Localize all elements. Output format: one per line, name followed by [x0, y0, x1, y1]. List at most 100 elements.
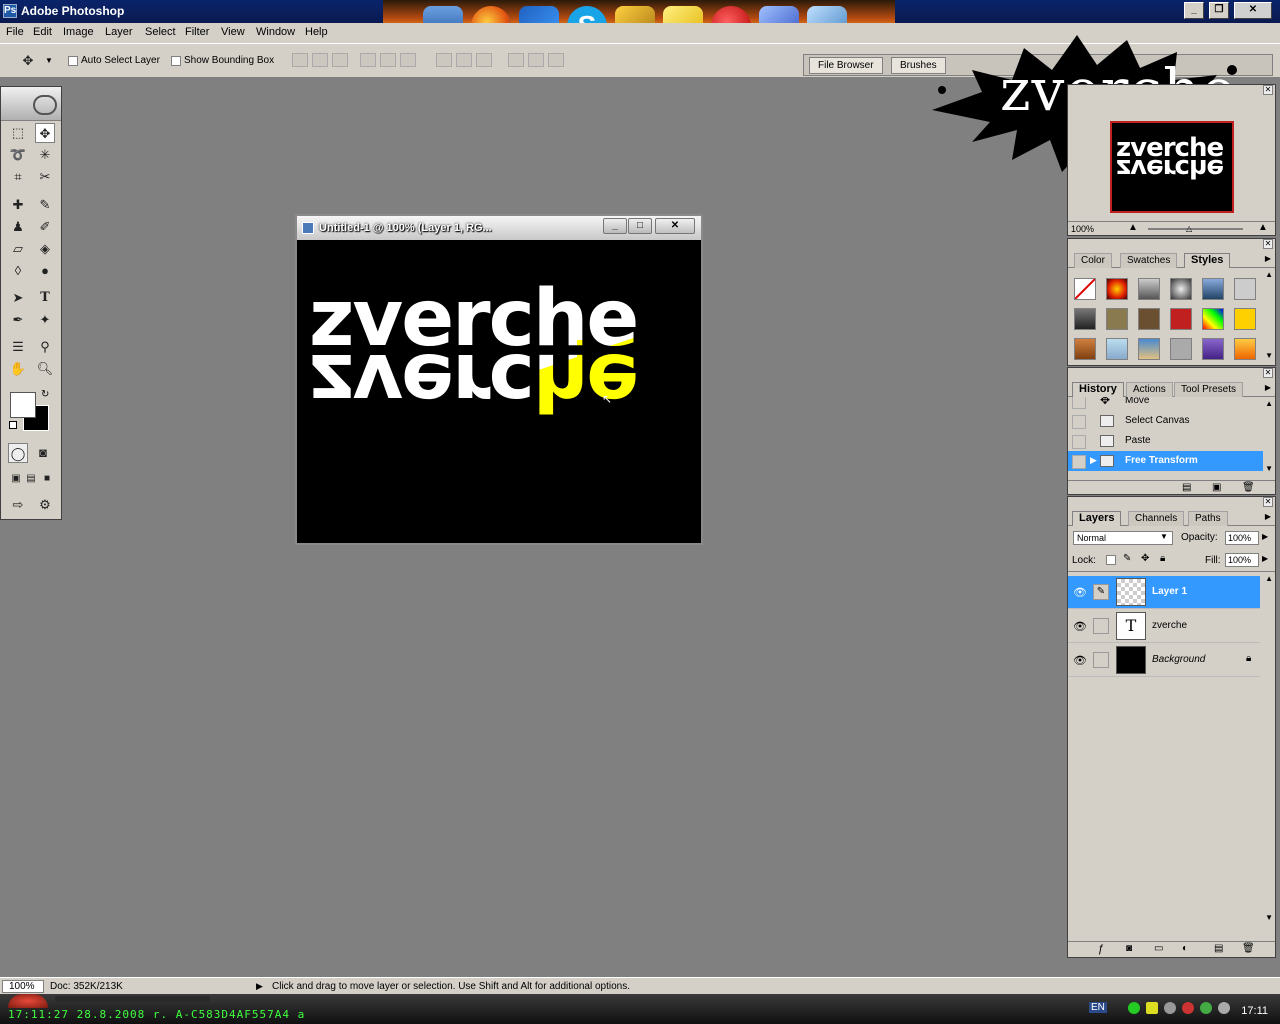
- document-titlebar[interactable]: Untitled-1 @ 100% (Layer 1, RG... _ □ ✕: [297, 216, 701, 240]
- history-brush-tool-icon[interactable]: ✐: [35, 217, 55, 237]
- layer-row-selected[interactable]: 👁︎ ✎ Layer 1: [1068, 576, 1260, 609]
- default-colors-icon[interactable]: [9, 421, 17, 429]
- distribute-vcenter-icon[interactable]: [456, 53, 472, 67]
- palette-menu-arrow-icon[interactable]: ▶: [1265, 383, 1271, 392]
- tab-layers[interactable]: Layers: [1072, 511, 1122, 526]
- align-bottom-icon[interactable]: [332, 53, 348, 67]
- notes-tool-icon[interactable]: ☰: [8, 337, 28, 357]
- tab-swatches[interactable]: Swatches: [1120, 253, 1178, 268]
- tab-history[interactable]: History: [1072, 382, 1124, 397]
- style-swatch-stone[interactable]: [1170, 338, 1192, 360]
- eye-logo-icon[interactable]: [33, 95, 57, 115]
- menu-filter[interactable]: Filter: [185, 26, 209, 38]
- palette-menu-arrow-icon[interactable]: ▶: [1265, 512, 1271, 521]
- blend-mode-select[interactable]: Normal: [1073, 531, 1173, 545]
- scroll-up-icon[interactable]: ▲: [1265, 270, 1273, 279]
- eye-icon[interactable]: 👁︎: [1073, 586, 1087, 599]
- dodge-tool-icon[interactable]: ●: [35, 261, 55, 281]
- trash-icon[interactable]: 🗑︎: [1242, 943, 1255, 954]
- history-snapshot-checkbox[interactable]: [1072, 415, 1086, 429]
- style-swatch-gray[interactable]: [1234, 278, 1256, 300]
- layer-set-icon[interactable]: ▭: [1154, 943, 1163, 954]
- menu-edit[interactable]: Edit: [33, 26, 52, 38]
- menu-layer[interactable]: Layer: [105, 26, 133, 38]
- layer-name[interactable]: zverche: [1152, 620, 1187, 631]
- tab-actions[interactable]: Actions: [1126, 382, 1173, 397]
- align-top-icon[interactable]: [292, 53, 308, 67]
- align-right-icon[interactable]: [400, 53, 416, 67]
- style-swatch-steel[interactable]: [1074, 308, 1096, 330]
- tray-volume-icon[interactable]: [1164, 1002, 1176, 1014]
- document-window[interactable]: Untitled-1 @ 100% (Layer 1, RG... _ □ ✕ …: [295, 214, 703, 545]
- auto-select-layer-checkbox[interactable]: [68, 56, 78, 66]
- tray-shield-icon[interactable]: [1146, 1002, 1158, 1014]
- close-icon[interactable]: ✕: [1263, 239, 1273, 249]
- style-swatch-purple[interactable]: [1202, 338, 1224, 360]
- tab-paths[interactable]: Paths: [1188, 511, 1228, 526]
- taskbar-app-button[interactable]: [55, 996, 210, 1002]
- tab-styles[interactable]: Styles: [1184, 253, 1231, 268]
- style-swatch-ice[interactable]: [1106, 338, 1128, 360]
- blur-tool-icon[interactable]: ◊: [8, 261, 28, 281]
- tray-network-icon[interactable]: [1128, 1002, 1140, 1014]
- layer-row[interactable]: 👁︎ Background 🔒︎: [1068, 644, 1260, 677]
- brush-link-icon[interactable]: ✎: [1093, 584, 1109, 600]
- distribute-bottom-icon[interactable]: [476, 53, 492, 67]
- zoom-slider-thumb-icon[interactable]: △: [1186, 224, 1192, 233]
- adjustment-layer-icon[interactable]: ◐: [1182, 943, 1188, 954]
- magic-wand-tool-icon[interactable]: ✳: [35, 145, 55, 165]
- brush-tool-icon[interactable]: ✎: [35, 195, 55, 215]
- doc-size-info[interactable]: Doc: 352K/213K: [50, 981, 123, 992]
- scroll-up-icon[interactable]: ▲: [1265, 574, 1273, 583]
- tab-color[interactable]: Color: [1074, 253, 1112, 268]
- full-screen-icon[interactable]: ■: [37, 469, 57, 489]
- trash-icon[interactable]: 🗑︎: [1242, 482, 1255, 493]
- menu-file[interactable]: File: [6, 26, 24, 38]
- zoom-out-icon[interactable]: ▲: [1128, 222, 1138, 233]
- new-layer-icon[interactable]: ▤: [1214, 943, 1223, 954]
- lasso-tool-icon[interactable]: ➰: [8, 145, 28, 165]
- style-none-swatch[interactable]: [1074, 278, 1096, 300]
- history-snapshot-checkbox[interactable]: [1072, 455, 1086, 469]
- new-document-icon[interactable]: ▤: [1182, 482, 1191, 493]
- style-swatch-yellow[interactable]: [1234, 308, 1256, 330]
- style-swatch-copper[interactable]: [1074, 338, 1096, 360]
- menu-help[interactable]: Help: [305, 26, 328, 38]
- eye-icon[interactable]: 👁︎: [1073, 654, 1087, 667]
- toolbox-header[interactable]: [1, 87, 61, 121]
- start-button[interactable]: [8, 994, 48, 1008]
- tab-channels[interactable]: Channels: [1128, 511, 1185, 526]
- crop-tool-icon[interactable]: ⌗: [8, 167, 28, 187]
- eye-icon[interactable]: 👁︎: [1073, 620, 1087, 633]
- history-item[interactable]: Select Canvas: [1068, 411, 1263, 431]
- distribute-top-icon[interactable]: [436, 53, 452, 67]
- pen-tool-icon[interactable]: ✒: [8, 310, 28, 330]
- style-swatch-fire[interactable]: [1106, 278, 1128, 300]
- canvas[interactable]: zverche zverche ↖: [297, 240, 701, 543]
- history-item-selected[interactable]: ▶ Free Transform: [1068, 451, 1263, 471]
- link-box[interactable]: [1093, 618, 1109, 634]
- jump-to-imageready-icon[interactable]: ⇨: [8, 495, 28, 515]
- zoom-tool-icon[interactable]: 🔍︎: [35, 359, 55, 379]
- taskbar-clock[interactable]: 17:11: [1241, 1005, 1268, 1017]
- quick-mask-mode-icon[interactable]: ◙: [33, 443, 53, 463]
- shape-tool-icon[interactable]: ✦: [35, 310, 55, 330]
- healing-brush-tool-icon[interactable]: ✚: [8, 195, 28, 215]
- hand-tool-icon[interactable]: ✋: [8, 359, 28, 379]
- style-swatch-dark[interactable]: [1170, 278, 1192, 300]
- chevron-down-icon[interactable]: ▼: [45, 56, 53, 65]
- clone-stamp-tool-icon[interactable]: ♟: [8, 217, 28, 237]
- scroll-up-icon[interactable]: ▲: [1265, 399, 1273, 408]
- style-swatch-orange[interactable]: [1234, 338, 1256, 360]
- style-swatch-blue-glass[interactable]: [1202, 278, 1224, 300]
- foreground-color-swatch[interactable]: [10, 392, 36, 418]
- history-item[interactable]: ✥ Move: [1068, 397, 1263, 411]
- fill-arrow-icon[interactable]: ▶: [1262, 554, 1268, 563]
- navigator-zoom[interactable]: 100%: [1071, 224, 1094, 234]
- history-snapshot-checkbox[interactable]: [1072, 397, 1086, 409]
- standard-mode-icon[interactable]: ◯: [8, 443, 28, 463]
- swap-colors-icon[interactable]: ↻: [41, 389, 49, 400]
- chevron-down-icon[interactable]: ▼: [1160, 532, 1168, 541]
- doc-minimize-button[interactable]: _: [603, 218, 627, 234]
- style-swatch-rainbow[interactable]: [1202, 308, 1224, 330]
